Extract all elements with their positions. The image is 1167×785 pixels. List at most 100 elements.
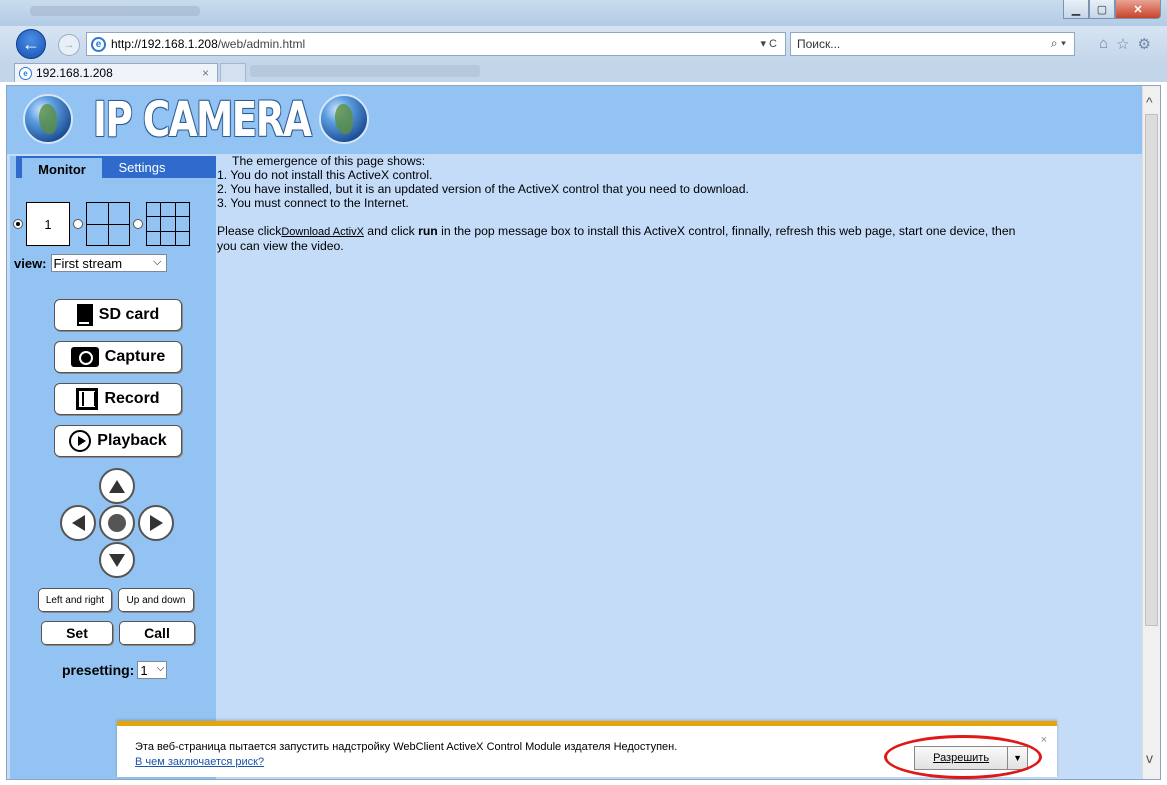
camera-header: IP CAMERA bbox=[7, 86, 1142, 154]
tab-settings[interactable]: Settings bbox=[102, 156, 182, 178]
center-dot-icon bbox=[108, 514, 126, 532]
search-input[interactable]: Поиск... ⌕ ▾ bbox=[790, 32, 1075, 56]
control-sidebar: Monitor Settings 1 view: First stream ⌵ … bbox=[10, 156, 216, 779]
window-title-blurred bbox=[30, 6, 200, 16]
left-and-right-button[interactable]: Left and right bbox=[38, 588, 112, 612]
arrow-left-icon bbox=[71, 515, 85, 531]
notice-line-2: 2. You have installed, but it is an upda… bbox=[217, 182, 749, 196]
split-nine-radio[interactable] bbox=[133, 219, 143, 229]
notification-message: Эта веб-страница пытается запустить надс… bbox=[135, 741, 678, 753]
tab-ie-icon: e bbox=[19, 66, 32, 80]
capture-button[interactable]: Capture bbox=[54, 341, 182, 373]
arrow-down-icon bbox=[109, 553, 125, 567]
url-path: /web/admin.html bbox=[217, 37, 306, 51]
split-nine-icon[interactable] bbox=[146, 202, 190, 246]
presetting-row: presetting: 1 ⌵ bbox=[62, 661, 168, 679]
view-label: view: bbox=[14, 255, 47, 271]
back-button[interactable]: ← bbox=[16, 29, 46, 59]
scroll-down-icon[interactable]: v bbox=[1146, 750, 1153, 766]
browser-toolbar-icons: ⌂ ☆ ⚙ bbox=[1099, 35, 1151, 53]
record-button[interactable]: Record bbox=[54, 383, 182, 415]
notice-instructions: Please clickDownload ActivX and click ru… bbox=[217, 224, 1147, 239]
notice-intro: The emergence of this page shows: bbox=[232, 154, 426, 168]
split-one-icon[interactable]: 1 bbox=[26, 202, 70, 246]
chevron-down-icon: ⌵ bbox=[153, 256, 162, 268]
tab-monitor[interactable]: Monitor bbox=[22, 158, 102, 180]
ptz-right-button[interactable] bbox=[138, 505, 174, 541]
presetting-value: 1 bbox=[140, 662, 148, 678]
capture-label: Capture bbox=[104, 348, 166, 365]
globe-icon-right bbox=[319, 94, 369, 144]
logo-text: IP CAMERA bbox=[93, 92, 312, 148]
maximize-button[interactable]: ▢ bbox=[1089, 0, 1115, 19]
call-button[interactable]: Call bbox=[119, 621, 195, 645]
download-activex-link[interactable]: Download ActivX bbox=[281, 226, 364, 238]
window-controls: ▁ ▢ ✕ bbox=[1063, 0, 1161, 19]
instructions-and-click: and click bbox=[363, 224, 419, 238]
url-host: http://192.168.1.208 bbox=[111, 37, 218, 51]
url-text: http://192.168.1.208/web/admin.html bbox=[111, 37, 305, 51]
playback-label: Playback bbox=[97, 432, 167, 449]
chevron-down-icon: ⌵ bbox=[156, 663, 165, 674]
presetting-select[interactable]: 1 ⌵ bbox=[137, 661, 168, 679]
gear-icon[interactable]: ⚙ bbox=[1138, 35, 1151, 53]
page-viewport: IP CAMERA Monitor Settings 1 view: First… bbox=[6, 85, 1161, 780]
activex-notice: The emergence of this page shows: 1. You… bbox=[217, 154, 1147, 253]
record-label: Record bbox=[104, 390, 160, 407]
up-and-down-button[interactable]: Up and down bbox=[118, 588, 194, 612]
page-scrollbar[interactable]: ^ v bbox=[1142, 86, 1160, 779]
instructions-run: run bbox=[418, 224, 438, 238]
minimize-button[interactable]: ▁ bbox=[1063, 0, 1089, 19]
arrow-right-icon bbox=[149, 515, 163, 531]
playback-button[interactable]: Playback bbox=[54, 425, 182, 457]
address-field[interactable]: e http://192.168.1.208/web/admin.html ▾ … bbox=[86, 32, 786, 56]
activex-notification-bar: Эта веб-страница пытается запустить надс… bbox=[117, 721, 1057, 779]
scroll-up-icon[interactable]: ^ bbox=[1146, 94, 1153, 110]
sd-card-label: SD card bbox=[98, 306, 160, 323]
tab-close-icon[interactable]: × bbox=[202, 66, 209, 80]
search-icon[interactable]: ⌕ ▾ bbox=[1051, 36, 1066, 51]
star-icon[interactable]: ☆ bbox=[1116, 35, 1129, 53]
address-toolbar: ← → e http://192.168.1.208/web/admin.htm… bbox=[0, 26, 1167, 62]
sd-card-icon bbox=[76, 304, 93, 326]
refresh-icon[interactable]: ▾ C bbox=[760, 37, 777, 50]
instructions-suffix: in the pop message box to install this A… bbox=[437, 224, 1016, 238]
scroll-thumb[interactable] bbox=[1145, 114, 1158, 626]
highlight-ring bbox=[884, 735, 1042, 779]
risk-link[interactable]: В чем заключается риск? bbox=[135, 756, 264, 768]
search-placeholder: Поиск... bbox=[797, 37, 841, 51]
set-button[interactable]: Set bbox=[41, 621, 113, 645]
split-four-icon[interactable] bbox=[86, 202, 130, 246]
ptz-center-button[interactable] bbox=[99, 505, 135, 541]
presetting-label: presetting: bbox=[62, 662, 135, 678]
notification-close-icon[interactable]: × bbox=[1041, 734, 1047, 746]
globe-icon-left bbox=[23, 94, 73, 144]
split-one-radio[interactable] bbox=[13, 219, 23, 229]
window-titlebar: ▁ ▢ ✕ bbox=[0, 0, 1167, 26]
browser-tab-active[interactable]: e 192.168.1.208 × bbox=[14, 63, 218, 82]
film-icon bbox=[76, 388, 99, 410]
toolbar-blurred bbox=[250, 65, 480, 77]
ptz-left-button[interactable] bbox=[60, 505, 96, 541]
home-icon[interactable]: ⌂ bbox=[1099, 35, 1108, 53]
ptz-down-button[interactable] bbox=[99, 542, 135, 578]
instructions-prefix: Please click bbox=[217, 224, 282, 238]
new-tab-button[interactable] bbox=[220, 63, 246, 82]
close-window-button[interactable]: ✕ bbox=[1115, 0, 1161, 19]
split-four-radio[interactable] bbox=[73, 219, 83, 229]
arrow-up-icon bbox=[109, 479, 125, 493]
ie-page-icon: e bbox=[91, 36, 106, 52]
ptz-up-button[interactable] bbox=[99, 468, 135, 504]
notice-line-1: 1. You do not install this ActiveX contr… bbox=[217, 168, 433, 182]
stream-select-value: First stream bbox=[53, 255, 123, 271]
split-layout-selector: 1 bbox=[10, 202, 190, 246]
play-icon bbox=[69, 430, 92, 452]
notice-line-3: 3. You must connect to the Internet. bbox=[217, 196, 409, 210]
sidebar-tabs: Monitor Settings bbox=[16, 156, 216, 180]
notice-last-line: you can view the video. bbox=[217, 239, 344, 253]
tab-title: 192.168.1.208 bbox=[36, 66, 113, 80]
sd-card-button[interactable]: SD card bbox=[54, 299, 182, 331]
view-row: view: First stream ⌵ bbox=[14, 254, 167, 272]
forward-button[interactable]: → bbox=[58, 34, 80, 56]
stream-select[interactable]: First stream ⌵ bbox=[50, 254, 167, 272]
